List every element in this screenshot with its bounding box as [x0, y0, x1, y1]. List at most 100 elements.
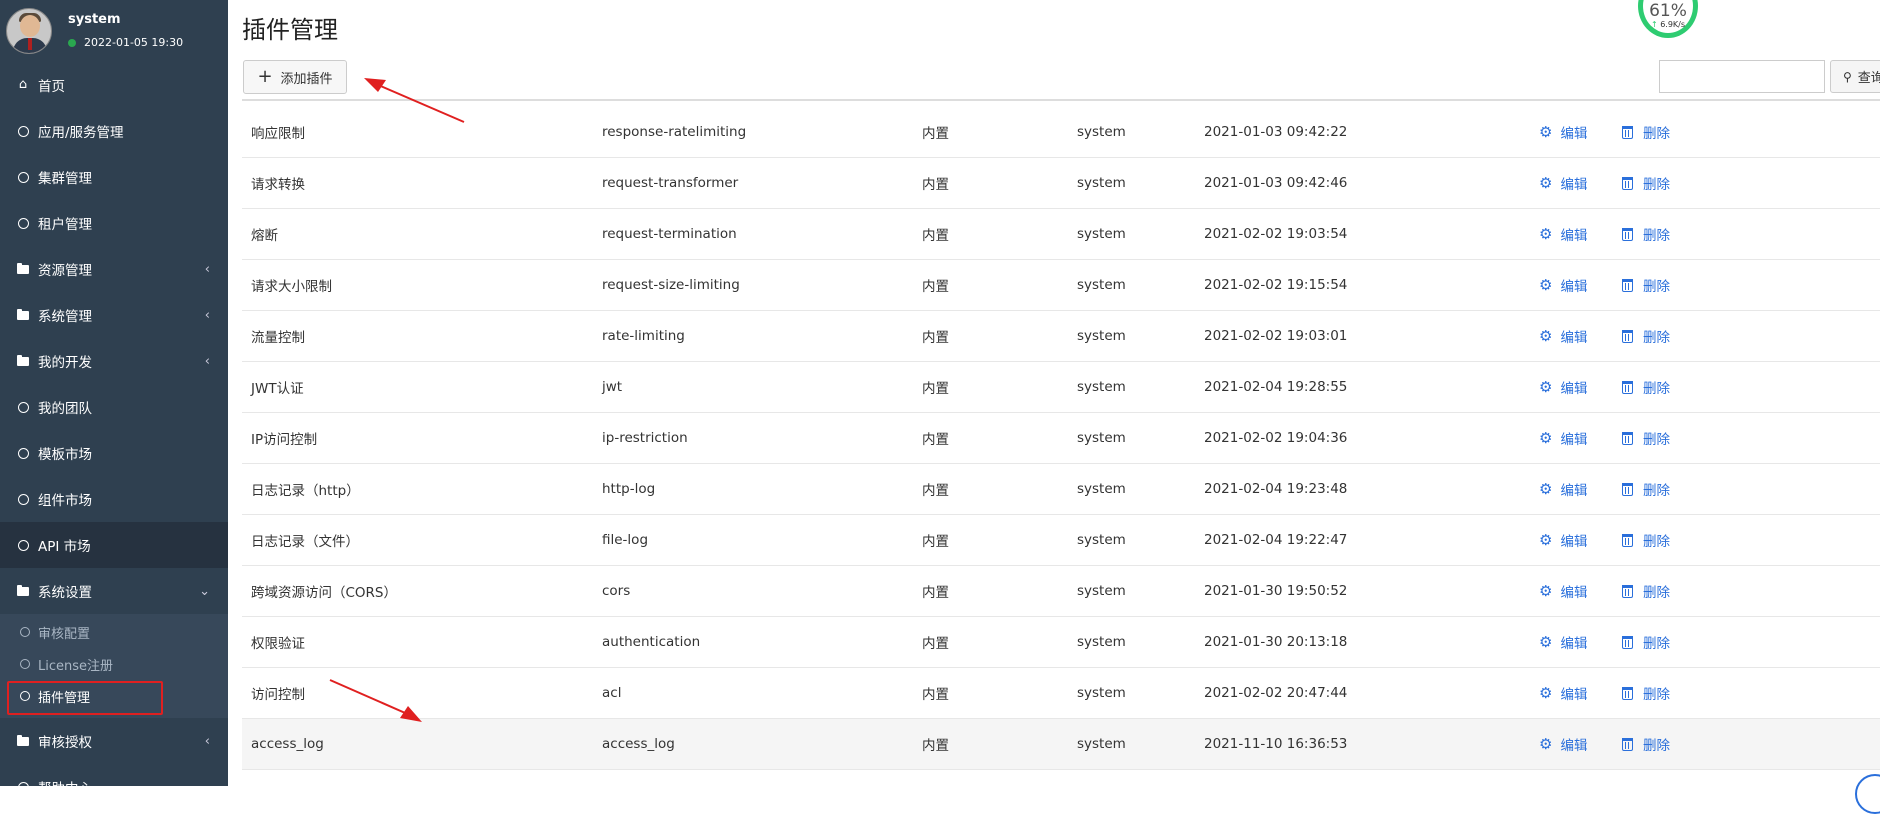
delete-button[interactable]: 删除: [1622, 122, 1670, 142]
table-row: 日志记录（http） http-log 内置 system 2021-02-04 19:…: [242, 464, 1880, 515]
edit-button[interactable]: ⚙ 编辑: [1539, 530, 1587, 550]
plugin-created-time: 2021-01-03 09:42:22: [1204, 124, 1348, 140]
sidebar-item-11[interactable]: 系统设置 ⌄: [0, 568, 228, 614]
delete-label: 删除: [1643, 432, 1670, 448]
delete-button[interactable]: 删除: [1622, 275, 1670, 295]
plugin-creator: system: [1077, 736, 1126, 752]
delete-label: 删除: [1643, 279, 1670, 295]
sidebar-item-2[interactable]: 集群管理: [0, 154, 228, 200]
delete-button[interactable]: 删除: [1622, 479, 1670, 499]
plugin-type: 内置: [922, 330, 949, 346]
sidebar-item-1[interactable]: 应用/服务管理: [0, 108, 228, 154]
sidebar-item-10[interactable]: API 市场: [0, 522, 228, 568]
plugin-type: 内置: [922, 585, 949, 601]
edit-button[interactable]: ⚙ 编辑: [1539, 734, 1587, 754]
circle-icon: [16, 124, 30, 138]
delete-button[interactable]: 删除: [1622, 581, 1670, 601]
edit-button[interactable]: ⚙ 编辑: [1539, 479, 1587, 499]
plugin-type: 内置: [922, 738, 949, 754]
sidebar-item-tail-1[interactable]: 帮助中心: [0, 764, 228, 810]
submenu-item-1[interactable]: License注册: [0, 648, 228, 680]
plugin-name: 日志记录（http）: [251, 483, 360, 499]
submenu-item-2[interactable]: 插件管理: [0, 680, 228, 715]
plugin-name: 访问控制: [251, 687, 305, 703]
edit-button[interactable]: ⚙ 编辑: [1539, 173, 1587, 193]
delete-label: 删除: [1643, 534, 1670, 550]
gear-icon: ⚙: [1539, 275, 1553, 294]
delete-label: 删除: [1643, 228, 1670, 244]
sidebar-item-tail-0[interactable]: 审核授权 ‹: [0, 718, 228, 764]
sidebar-item-3[interactable]: 租户管理: [0, 200, 228, 246]
edit-button[interactable]: ⚙ 编辑: [1539, 581, 1587, 601]
delete-label: 删除: [1643, 687, 1670, 703]
circle-icon: [20, 627, 30, 637]
plugin-creator: system: [1077, 175, 1126, 191]
plugin-code: file-log: [602, 532, 649, 548]
delete-button[interactable]: 删除: [1622, 224, 1670, 244]
delete-label: 删除: [1643, 585, 1670, 601]
edit-button[interactable]: ⚙ 编辑: [1539, 428, 1587, 448]
chevron-left-icon: ‹: [204, 307, 210, 323]
edit-button[interactable]: ⚙ 编辑: [1539, 275, 1587, 295]
plugin-created-time: 2021-02-02 20:47:44: [1204, 685, 1348, 701]
table-row: 请求转换 request-transformer 内置 system 2021-01-0…: [242, 158, 1880, 209]
sidebar-item-9[interactable]: 组件市场: [0, 476, 228, 522]
gear-icon: ⚙: [1539, 326, 1553, 345]
sidebar-item-6[interactable]: 我的开发 ‹: [0, 338, 228, 384]
plugin-name: access_log: [251, 736, 324, 752]
sidebar-item-label: 集群管理: [38, 171, 92, 187]
edit-button[interactable]: ⚙ 编辑: [1539, 224, 1587, 244]
table-row: 流量控制 rate-limiting 内置 system 2021-02-02 19:0…: [242, 311, 1880, 362]
edit-label: 编辑: [1560, 177, 1588, 193]
sidebar-item-7[interactable]: 我的团队: [0, 384, 228, 430]
monitor-percent: 61%: [1649, 1, 1687, 21]
trash-icon: [1622, 482, 1633, 496]
edit-button[interactable]: ⚙ 编辑: [1539, 377, 1587, 397]
plugin-created-time: 2021-01-30 20:13:18: [1204, 634, 1348, 650]
circle-icon: [16, 170, 30, 184]
delete-button[interactable]: 删除: [1622, 326, 1670, 346]
search-input[interactable]: [1659, 60, 1825, 93]
online-status-icon: [68, 38, 76, 47]
folder-icon: [16, 584, 30, 598]
edit-button[interactable]: ⚙ 编辑: [1539, 122, 1587, 142]
delete-label: 删除: [1643, 330, 1670, 346]
sidebar-menu: ⌂ 首页 应用/服务管理集群管理租户管理 资源管理 ‹ 系统管理 ‹ 我的开发 ‹ 我的团队 模板市…: [0, 62, 228, 810]
plugin-name: 请求大小限制: [251, 279, 332, 295]
delete-label: 删除: [1643, 636, 1670, 652]
edit-button[interactable]: ⚙ 编辑: [1539, 683, 1587, 703]
trash-icon: [1622, 227, 1633, 241]
edit-label: 编辑: [1560, 126, 1588, 142]
plugin-creator: system: [1077, 328, 1126, 344]
delete-button[interactable]: 删除: [1622, 428, 1670, 448]
delete-button[interactable]: 删除: [1622, 530, 1670, 550]
monitor-speed: ↑ 6.9K/s: [1650, 20, 1686, 29]
edit-button[interactable]: ⚙ 编辑: [1539, 632, 1587, 652]
delete-button[interactable]: 删除: [1622, 377, 1670, 397]
delete-button[interactable]: 删除: [1622, 173, 1670, 193]
add-plugin-button[interactable]: + 添加插件: [243, 60, 347, 94]
login-datetime: 2022-01-05 19:30: [84, 36, 184, 49]
sidebar-item-0[interactable]: ⌂ 首页: [0, 62, 228, 108]
delete-button[interactable]: 删除: [1622, 683, 1670, 703]
submenu-item-0[interactable]: 审核配置: [0, 616, 228, 648]
delete-button[interactable]: 删除: [1622, 734, 1670, 754]
avatar[interactable]: [6, 8, 52, 54]
sidebar-item-5[interactable]: 系统管理 ‹: [0, 292, 228, 338]
search-button[interactable]: ⚲ 查询: [1830, 60, 1880, 93]
plugin-creator: system: [1077, 532, 1126, 548]
plugin-name: 流量控制: [251, 330, 305, 346]
delete-button[interactable]: 删除: [1622, 632, 1670, 652]
plugin-code: response-ratelimiting: [602, 124, 747, 140]
sidebar-item-4[interactable]: 资源管理 ‹: [0, 246, 228, 292]
network-monitor-widget[interactable]: 61% ↑ 6.9K/s: [1638, 0, 1698, 38]
table-row: 跨域资源访问（CORS） cors 内置 system 2021-01-30 19:50…: [242, 566, 1880, 617]
annotation-highlight-box: [7, 681, 163, 715]
sidebar-item-8[interactable]: 模板市场: [0, 430, 228, 476]
plugin-type: 内置: [922, 534, 949, 550]
edit-button[interactable]: ⚙ 编辑: [1539, 326, 1587, 346]
table-row: 请求大小限制 request-size-limiting 内置 system 2021-…: [242, 260, 1880, 311]
plugin-name: 响应限制: [251, 126, 305, 142]
trash-icon: [1622, 431, 1633, 445]
delete-label: 删除: [1643, 483, 1670, 499]
